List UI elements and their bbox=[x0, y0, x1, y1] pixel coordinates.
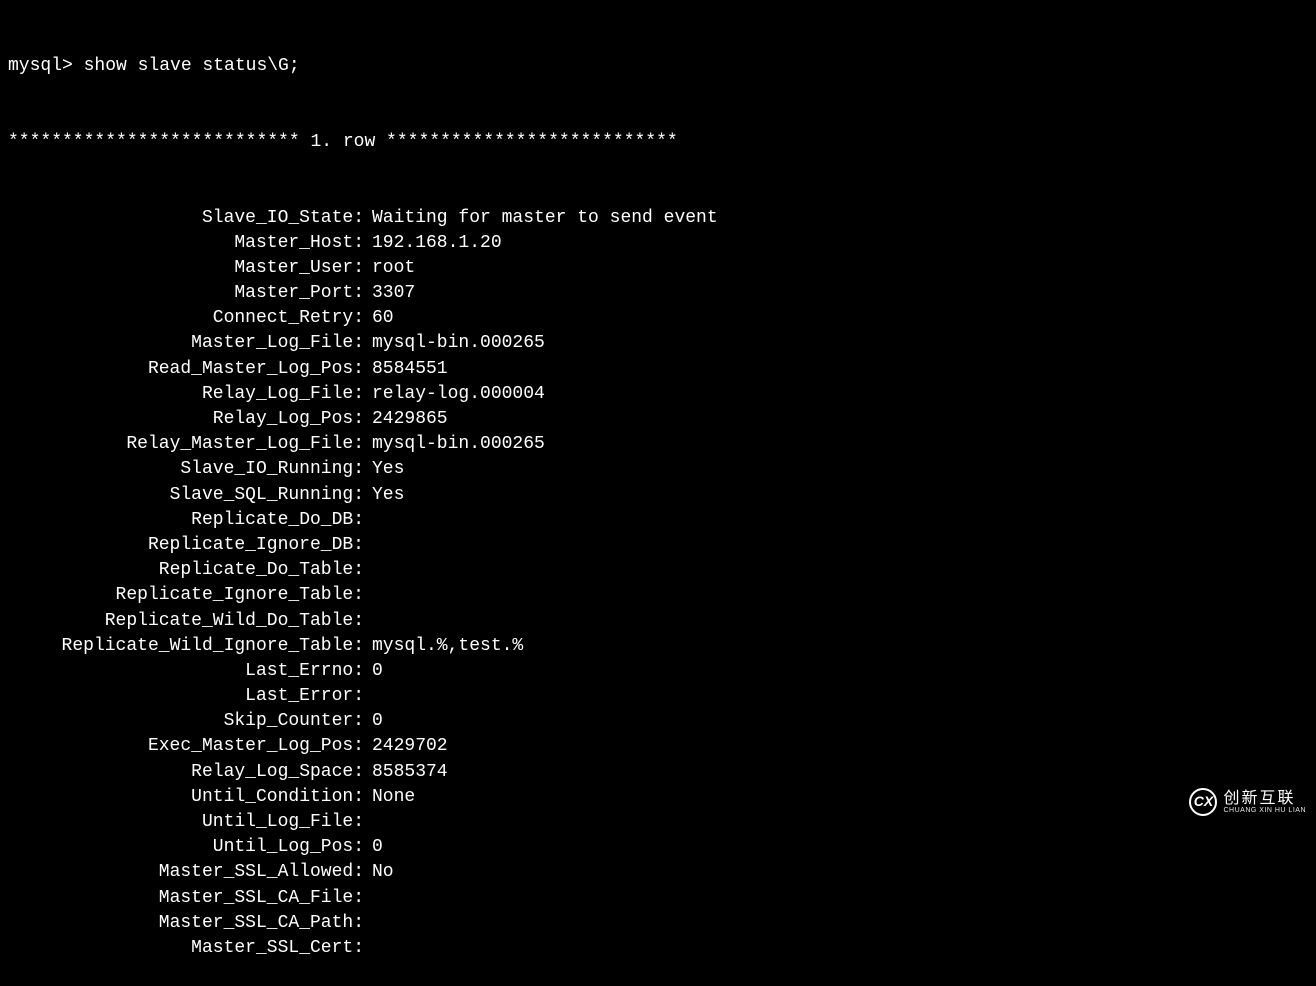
status-key: Relay_Master_Log_File: bbox=[8, 432, 368, 457]
status-row: Replicate_Wild_Do_Table: bbox=[8, 609, 1308, 634]
status-value: mysql-bin.000265 bbox=[368, 331, 545, 356]
status-row: Slave_SQL_Running:Yes bbox=[8, 483, 1308, 508]
status-key: Last_Error: bbox=[8, 684, 368, 709]
status-row: Exec_Master_Log_Pos:2429702 bbox=[8, 734, 1308, 759]
status-value: root bbox=[368, 256, 415, 281]
status-value: 0 bbox=[368, 835, 383, 860]
watermark: CX 创新互联 CHUANG XIN HU LIAN bbox=[1189, 788, 1306, 816]
status-value: 3307 bbox=[368, 281, 415, 306]
status-key: Until_Log_File: bbox=[8, 810, 368, 835]
status-value: 8585374 bbox=[368, 760, 448, 785]
status-value bbox=[368, 508, 372, 533]
status-row: Master_SSL_Allowed:No bbox=[8, 860, 1308, 885]
status-row: Replicate_Do_DB: bbox=[8, 508, 1308, 533]
status-row: Relay_Log_File:relay-log.000004 bbox=[8, 382, 1308, 407]
status-value: 192.168.1.20 bbox=[368, 231, 502, 256]
status-value: 0 bbox=[368, 709, 383, 734]
row-separator: *************************** 1. row *****… bbox=[8, 130, 1308, 155]
status-value: Yes bbox=[368, 457, 404, 482]
status-value bbox=[368, 936, 372, 961]
status-value: 2429702 bbox=[368, 734, 448, 759]
status-key: Slave_SQL_Running: bbox=[8, 483, 368, 508]
status-value bbox=[368, 911, 372, 936]
status-value: 2429865 bbox=[368, 407, 448, 432]
status-key: Replicate_Ignore_DB: bbox=[8, 533, 368, 558]
status-row: Last_Errno:0 bbox=[8, 659, 1308, 684]
status-value: 0 bbox=[368, 659, 383, 684]
status-key: Master_SSL_CA_File: bbox=[8, 886, 368, 911]
status-key: Replicate_Do_Table: bbox=[8, 558, 368, 583]
status-key: Master_Port: bbox=[8, 281, 368, 306]
status-row: Replicate_Do_Table: bbox=[8, 558, 1308, 583]
status-row: Master_Log_File:mysql-bin.000265 bbox=[8, 331, 1308, 356]
status-value: mysql-bin.000265 bbox=[368, 432, 545, 457]
status-key: Read_Master_Log_Pos: bbox=[8, 357, 368, 382]
status-key: Master_User: bbox=[8, 256, 368, 281]
status-key: Master_Host: bbox=[8, 231, 368, 256]
status-key: Slave_IO_State: bbox=[8, 206, 368, 231]
status-key: Skip_Counter: bbox=[8, 709, 368, 734]
status-key: Replicate_Do_DB: bbox=[8, 508, 368, 533]
status-value bbox=[368, 810, 372, 835]
status-key: Until_Log_Pos: bbox=[8, 835, 368, 860]
status-row: Connect_Retry:60 bbox=[8, 306, 1308, 331]
status-row: Master_Host:192.168.1.20 bbox=[8, 231, 1308, 256]
status-key: Relay_Log_File: bbox=[8, 382, 368, 407]
status-key: Replicate_Ignore_Table: bbox=[8, 583, 368, 608]
watermark-text: 创新互联 CHUANG XIN HU LIAN bbox=[1223, 791, 1306, 814]
status-row: Skip_Counter:0 bbox=[8, 709, 1308, 734]
watermark-logo-icon: CX bbox=[1189, 788, 1217, 816]
status-key: Last_Errno: bbox=[8, 659, 368, 684]
status-row: Until_Condition:None bbox=[8, 785, 1308, 810]
watermark-cn-text: 创新互联 bbox=[1223, 791, 1306, 807]
status-row: Master_SSL_CA_File: bbox=[8, 886, 1308, 911]
status-row: Replicate_Ignore_DB: bbox=[8, 533, 1308, 558]
status-row: Relay_Master_Log_File:mysql-bin.000265 bbox=[8, 432, 1308, 457]
status-key: Connect_Retry: bbox=[8, 306, 368, 331]
status-value: Waiting for master to send event bbox=[368, 206, 718, 231]
status-row: Slave_IO_State:Waiting for master to sen… bbox=[8, 206, 1308, 231]
status-key: Master_Log_File: bbox=[8, 331, 368, 356]
status-key: Until_Condition: bbox=[8, 785, 368, 810]
status-row: Master_Port:3307 bbox=[8, 281, 1308, 306]
status-row: Master_SSL_CA_Path: bbox=[8, 911, 1308, 936]
status-value: relay-log.000004 bbox=[368, 382, 545, 407]
status-row: Slave_IO_Running:Yes bbox=[8, 457, 1308, 482]
slave-status-fields: Slave_IO_State:Waiting for master to sen… bbox=[8, 206, 1308, 962]
status-key: Master_SSL_CA_Path: bbox=[8, 911, 368, 936]
mysql-prompt-line: mysql> show slave status\G; bbox=[8, 54, 1308, 79]
status-row: Until_Log_File: bbox=[8, 810, 1308, 835]
status-key: Replicate_Wild_Do_Table: bbox=[8, 609, 368, 634]
status-row: Master_User:root bbox=[8, 256, 1308, 281]
status-value bbox=[368, 558, 372, 583]
status-value bbox=[368, 684, 372, 709]
status-row: Last_Error: bbox=[8, 684, 1308, 709]
status-value: 8584551 bbox=[368, 357, 448, 382]
status-key: Slave_IO_Running: bbox=[8, 457, 368, 482]
status-value: mysql.%,test.% bbox=[368, 634, 523, 659]
status-row: Relay_Log_Pos:2429865 bbox=[8, 407, 1308, 432]
status-value: 60 bbox=[368, 306, 394, 331]
status-row: Replicate_Ignore_Table: bbox=[8, 583, 1308, 608]
status-row: Until_Log_Pos:0 bbox=[8, 835, 1308, 860]
status-key: Relay_Log_Pos: bbox=[8, 407, 368, 432]
status-value: No bbox=[368, 860, 394, 885]
status-value bbox=[368, 533, 372, 558]
status-row: Master_SSL_Cert: bbox=[8, 936, 1308, 961]
status-value bbox=[368, 886, 372, 911]
status-key: Master_SSL_Allowed: bbox=[8, 860, 368, 885]
watermark-en-text: CHUANG XIN HU LIAN bbox=[1223, 807, 1306, 814]
status-key: Master_SSL_Cert: bbox=[8, 936, 368, 961]
status-value: None bbox=[368, 785, 415, 810]
status-key: Replicate_Wild_Ignore_Table: bbox=[8, 634, 368, 659]
status-row: Replicate_Wild_Ignore_Table:mysql.%,test… bbox=[8, 634, 1308, 659]
status-key: Relay_Log_Space: bbox=[8, 760, 368, 785]
status-key: Exec_Master_Log_Pos: bbox=[8, 734, 368, 759]
status-row: Read_Master_Log_Pos:8584551 bbox=[8, 357, 1308, 382]
status-value bbox=[368, 609, 372, 634]
terminal-output: mysql> show slave status\G; ************… bbox=[8, 4, 1308, 986]
status-value: Yes bbox=[368, 483, 404, 508]
status-value bbox=[368, 583, 372, 608]
status-row: Relay_Log_Space:8585374 bbox=[8, 760, 1308, 785]
